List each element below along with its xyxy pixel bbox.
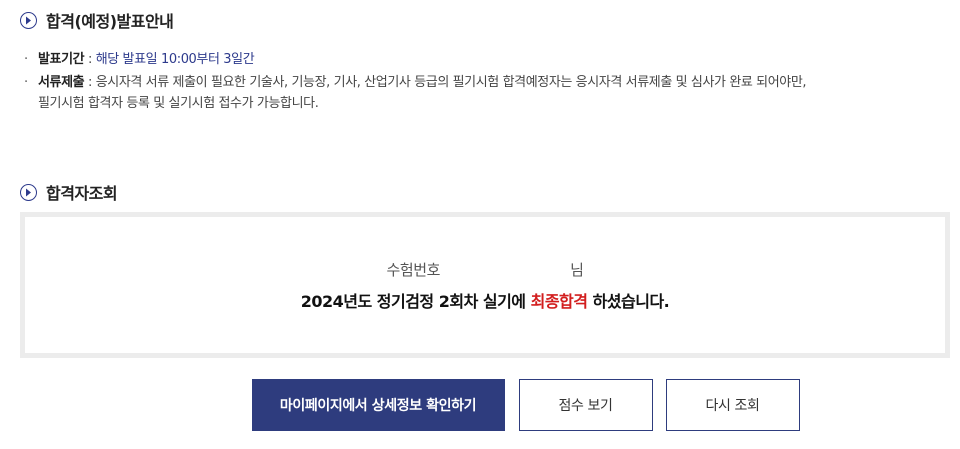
result-suffix: 하셨습니다. xyxy=(587,291,670,311)
info-item-documents: · 서류제출 : 응시자격 서류 제출이 필요한 기술사, 기능장, 기사, 산… xyxy=(24,72,944,114)
documents-value-line1: 응시자격 서류 제출이 필요한 기술사, 기능장, 기사, 산업기사 등급의 필… xyxy=(95,75,807,90)
retry-lookup-button[interactable]: 다시 조회 xyxy=(665,379,800,431)
view-score-button[interactable]: 점수 보기 xyxy=(518,379,653,431)
announcement-title: 합격(예정)발표안내 xyxy=(46,12,174,31)
section-header-lookup: 합격자조회 xyxy=(20,180,118,204)
exam-number-line: 수험번호 님 xyxy=(386,259,583,280)
bullet-icon: · xyxy=(24,75,28,90)
chevron-right-circle-icon xyxy=(20,11,37,29)
chevron-right-circle-icon xyxy=(20,183,37,201)
section-header-announcement: 합격(예정)발표안내 xyxy=(20,8,174,32)
bullet-icon: · xyxy=(24,52,28,67)
mypage-detail-button[interactable]: 마이페이지에서 상세정보 확인하기 xyxy=(251,379,505,431)
period-label: 발표기간 xyxy=(38,52,85,67)
result-message: 2024년도 정기검정 2회차 실기에 최종합격 하셨습니다. xyxy=(301,288,670,312)
result-highlight: 최종합격 xyxy=(530,291,588,311)
button-row: 마이페이지에서 상세정보 확인하기 점수 보기 다시 조회 xyxy=(0,379,960,431)
documents-label: 서류제출 xyxy=(38,75,85,90)
result-box: 수험번호 님 2024년도 정기검정 2회차 실기에 최종합격 하셨습니다. xyxy=(20,212,950,358)
period-value: 해당 발표일 10:00부터 3일간 xyxy=(95,52,255,67)
info-item-period: · 발표기간 : 해당 발표일 10:00부터 3일간 xyxy=(24,49,944,70)
result-prefix: 2024년도 정기검정 2회차 실기에 xyxy=(300,291,531,311)
documents-sep: : xyxy=(84,75,96,90)
exam-number-label: 수험번호 xyxy=(386,260,441,279)
documents-value-line2: 필기시험 합격자 등록 및 실기시험 접수가 가능합니다. xyxy=(38,96,319,111)
announcement-info-list: · 발표기간 : 해당 발표일 10:00부터 3일간 · 서류제출 : 응시자… xyxy=(24,49,944,116)
period-sep: : xyxy=(84,52,96,67)
honorific: 님 xyxy=(570,260,584,279)
lookup-title: 합격자조회 xyxy=(46,184,118,203)
